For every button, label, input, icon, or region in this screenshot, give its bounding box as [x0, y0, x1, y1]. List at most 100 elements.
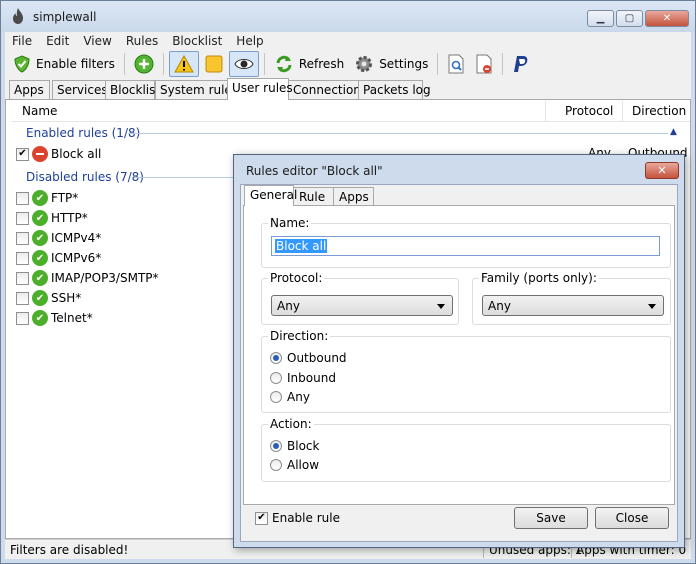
direction-outbound-radio[interactable]: Outbound: [270, 351, 347, 365]
direction-label: Direction:: [268, 329, 331, 343]
plus-circle-icon: [134, 54, 154, 74]
name-label: Name:: [268, 216, 312, 230]
column-direction[interactable]: Direction: [632, 104, 686, 118]
dialog-tab-apps[interactable]: Apps: [333, 187, 374, 205]
refresh-button[interactable]: Refresh: [270, 51, 348, 77]
rule-name: IMAP/POP3/SMTP*: [51, 271, 159, 285]
view-toggle[interactable]: [228, 51, 259, 77]
list-item[interactable]: ✔ ICMPv4*: [16, 228, 101, 248]
note-icon: [205, 55, 223, 73]
action-allow-radio[interactable]: Allow: [270, 458, 319, 472]
rule-checkbox[interactable]: [16, 211, 29, 225]
add-button[interactable]: [130, 51, 158, 77]
close-icon: ✕: [657, 164, 667, 177]
document-delete-icon: [476, 54, 492, 74]
rule-checkbox[interactable]: [16, 191, 29, 205]
tab-system-rules[interactable]: System rules: [155, 80, 238, 99]
enable-rule-checkbox[interactable]: ✔ Enable rule: [255, 511, 340, 525]
check-circle-icon: ✔: [32, 310, 48, 326]
list-item[interactable]: ✔ Telnet*: [16, 308, 93, 328]
check-circle-icon: ✔: [32, 290, 48, 306]
list-item[interactable]: ✔ IMAP/POP3/SMTP*: [16, 268, 159, 288]
list-item[interactable]: ✔ FTP*: [16, 188, 78, 208]
action-block-radio[interactable]: Block: [270, 439, 319, 453]
radio-label: Allow: [287, 458, 320, 472]
dialog-tab-rule[interactable]: Rule: [293, 187, 334, 205]
logclear-button[interactable]: [471, 51, 497, 77]
dialog-body: General Rule Apps Name: Block all Protoc…: [240, 184, 678, 542]
menu-blocklist[interactable]: Blocklist: [165, 32, 229, 50]
save-button[interactable]: Save: [514, 507, 588, 529]
dialog-tab-general[interactable]: General: [244, 185, 297, 206]
close-window-button[interactable]: ✕: [645, 10, 689, 27]
tab-apps[interactable]: Apps: [9, 80, 50, 99]
family-select[interactable]: Any: [482, 295, 664, 316]
radio-button[interactable]: [270, 459, 282, 471]
toolbar-separator: [502, 53, 504, 75]
group-header-disabled[interactable]: Disabled rules (7/8): [26, 170, 144, 184]
checkbox[interactable]: ✔: [255, 511, 268, 525]
collapse-chevron-icon[interactable]: ▲: [670, 127, 677, 137]
filters-status: Filters are disabled!: [10, 543, 129, 557]
shield-check-icon: [14, 55, 30, 73]
tab-packets-log[interactable]: Packets log: [358, 80, 431, 99]
tab-connections[interactable]: Connections: [288, 80, 367, 99]
group-divider: [128, 133, 668, 134]
list-item[interactable]: ✔ SSH*: [16, 288, 81, 308]
rule-checkbox[interactable]: [16, 231, 29, 245]
list-item[interactable]: ✔ ICMPv6*: [16, 248, 101, 268]
enable-filters-button[interactable]: Enable filters: [9, 51, 119, 77]
direction-any-radio[interactable]: Any: [270, 390, 310, 404]
column-protocol[interactable]: Protocol: [565, 104, 613, 118]
menu-file[interactable]: File: [5, 32, 39, 50]
list-item[interactable]: ✔ HTTP*: [16, 208, 88, 228]
menu-help[interactable]: Help: [229, 32, 270, 50]
settings-button[interactable]: Settings: [350, 51, 432, 77]
action-label: Action:: [268, 417, 314, 431]
rule-checkbox[interactable]: ✔: [16, 147, 29, 161]
protocol-select[interactable]: Any: [271, 295, 453, 316]
donate-button[interactable]: [508, 51, 534, 77]
column-name[interactable]: Name: [22, 104, 57, 118]
rule-checkbox[interactable]: [16, 251, 29, 265]
rule-name: SSH*: [51, 291, 82, 305]
warning-icon: [174, 55, 194, 73]
rule-checkbox[interactable]: [16, 271, 29, 285]
toolbar: Enable filters Refresh Settings: [5, 50, 691, 78]
direction-inbound-radio[interactable]: Inbound: [270, 371, 336, 385]
radio-button[interactable]: [270, 440, 282, 452]
dialog-title-bar: Rules editor "Block all" ✕: [234, 155, 684, 185]
rule-name: FTP*: [51, 191, 79, 205]
radio-button[interactable]: [270, 352, 282, 364]
menu-rules[interactable]: Rules: [119, 32, 165, 50]
close-button[interactable]: Close: [595, 507, 669, 529]
chevron-down-icon: [437, 304, 445, 309]
notifications-toggle[interactable]: [168, 51, 199, 77]
toolbar-separator: [263, 53, 265, 75]
tab-blocklist[interactable]: Blocklist: [105, 80, 160, 99]
minimize-button[interactable]: ▁: [587, 10, 614, 27]
protocol-value: Any: [277, 298, 300, 313]
radio-label: Any: [287, 390, 310, 404]
rule-name: ICMPv4*: [51, 231, 102, 245]
menu-edit[interactable]: Edit: [39, 32, 76, 50]
logview-button[interactable]: [443, 51, 469, 77]
rule-checkbox[interactable]: [16, 291, 29, 305]
close-icon: ✕: [662, 13, 672, 24]
refresh-label: Refresh: [298, 57, 345, 71]
tab-user-rules[interactable]: User rules: [227, 78, 293, 100]
log-toggle[interactable]: [201, 51, 227, 77]
tab-services[interactable]: Services: [52, 80, 108, 99]
family-label: Family (ports only):: [479, 271, 599, 285]
check-circle-icon: ✔: [32, 190, 48, 206]
group-header-enabled[interactable]: Enabled rules (1/8): [26, 126, 140, 140]
list-item[interactable]: ✔ Block all: [16, 144, 101, 164]
name-input[interactable]: Block all: [271, 236, 660, 256]
rule-checkbox[interactable]: [16, 311, 29, 325]
radio-button[interactable]: [270, 391, 282, 403]
maximize-button[interactable]: ▢: [616, 10, 643, 27]
radio-button[interactable]: [270, 372, 282, 384]
dialog-close-button[interactable]: ✕: [645, 162, 679, 179]
menu-view[interactable]: View: [76, 32, 118, 50]
minimize-icon: ▁: [596, 13, 605, 24]
